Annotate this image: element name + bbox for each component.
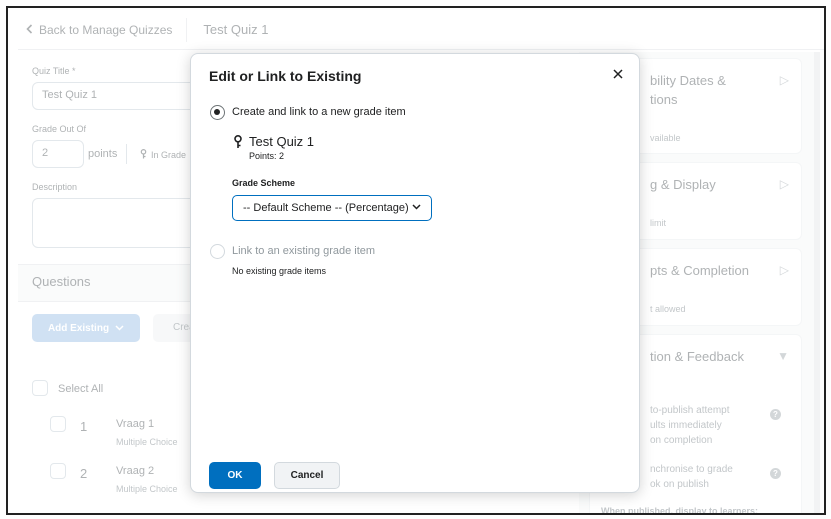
grade-item-name: Test Quiz 1: [249, 134, 315, 149]
option-link-existing-label[interactable]: Link to an existing grade item: [232, 245, 375, 257]
ok-label: OK: [227, 470, 243, 481]
close-icon: [613, 66, 623, 83]
no-existing-items-text: No existing grade items: [232, 266, 327, 276]
grade-scheme-value: -- Default Scheme -- (Percentage): [243, 202, 409, 214]
option-create-new-label[interactable]: Create and link to a new grade item: [232, 106, 406, 118]
chevron-down-icon: [412, 201, 421, 213]
radio-link-existing[interactable]: [210, 244, 225, 259]
key-icon: [233, 134, 243, 149]
grade-scheme-select[interactable]: -- Default Scheme -- (Percentage): [232, 195, 432, 221]
dialog-title: Edit or Link to Existing: [209, 68, 362, 84]
close-button[interactable]: [609, 66, 627, 84]
radio-create-new[interactable]: [210, 105, 225, 120]
grade-item-points: Points: 2: [249, 151, 285, 161]
edit-link-dialog: Edit or Link to Existing Create and link…: [190, 53, 640, 493]
app-frame: Back to Manage Quizzes Test Quiz 1 Quiz …: [6, 6, 826, 515]
ok-button[interactable]: OK: [209, 462, 261, 489]
grade-scheme-label: Grade Scheme: [232, 178, 296, 188]
cancel-label: Cancel: [290, 470, 324, 481]
cancel-button[interactable]: Cancel: [274, 462, 340, 489]
